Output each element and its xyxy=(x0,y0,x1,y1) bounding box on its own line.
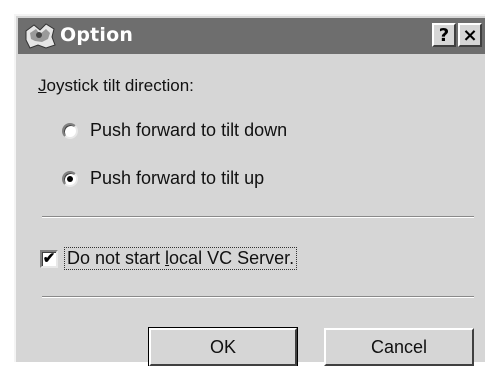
label-mnemonic: J xyxy=(38,76,47,95)
radio-tilt-down[interactable]: Push forward to tilt down xyxy=(62,120,287,141)
ok-button[interactable]: OK xyxy=(148,327,298,366)
separator xyxy=(42,216,474,218)
separator xyxy=(42,296,474,298)
vc-server-label: Do not start local VC Server. xyxy=(63,247,298,270)
radio-button-unchecked[interactable] xyxy=(62,122,78,139)
label-text: oystick tilt direction: xyxy=(46,76,194,95)
title-bar[interactable]: Option ? × xyxy=(18,18,485,54)
close-button[interactable]: × xyxy=(458,23,482,47)
radio-label-tilt-down: Push forward to tilt down xyxy=(90,120,288,140)
help-button[interactable]: ? xyxy=(432,23,456,47)
radio-tilt-up[interactable]: Push forward to tilt up xyxy=(62,168,264,189)
radio-label-tilt-up: Push forward to tilt up xyxy=(90,168,265,188)
label-part: Do not start xyxy=(67,248,166,268)
option-dialog: Option ? × Joystick tilt direction: Push… xyxy=(14,14,485,366)
radio-button-checked[interactable] xyxy=(62,170,78,187)
joystick-tilt-label: Joystick tilt direction: xyxy=(38,76,194,96)
label-part: ocal VC Server. xyxy=(169,248,295,268)
cancel-button[interactable]: Cancel xyxy=(324,328,474,366)
window-title: Option xyxy=(60,24,134,46)
vc-server-checkbox[interactable]: ✔ xyxy=(40,249,58,268)
vc-server-checkbox-row[interactable]: ✔ Do not start local VC Server. xyxy=(40,247,298,270)
vc-app-icon xyxy=(24,21,56,51)
